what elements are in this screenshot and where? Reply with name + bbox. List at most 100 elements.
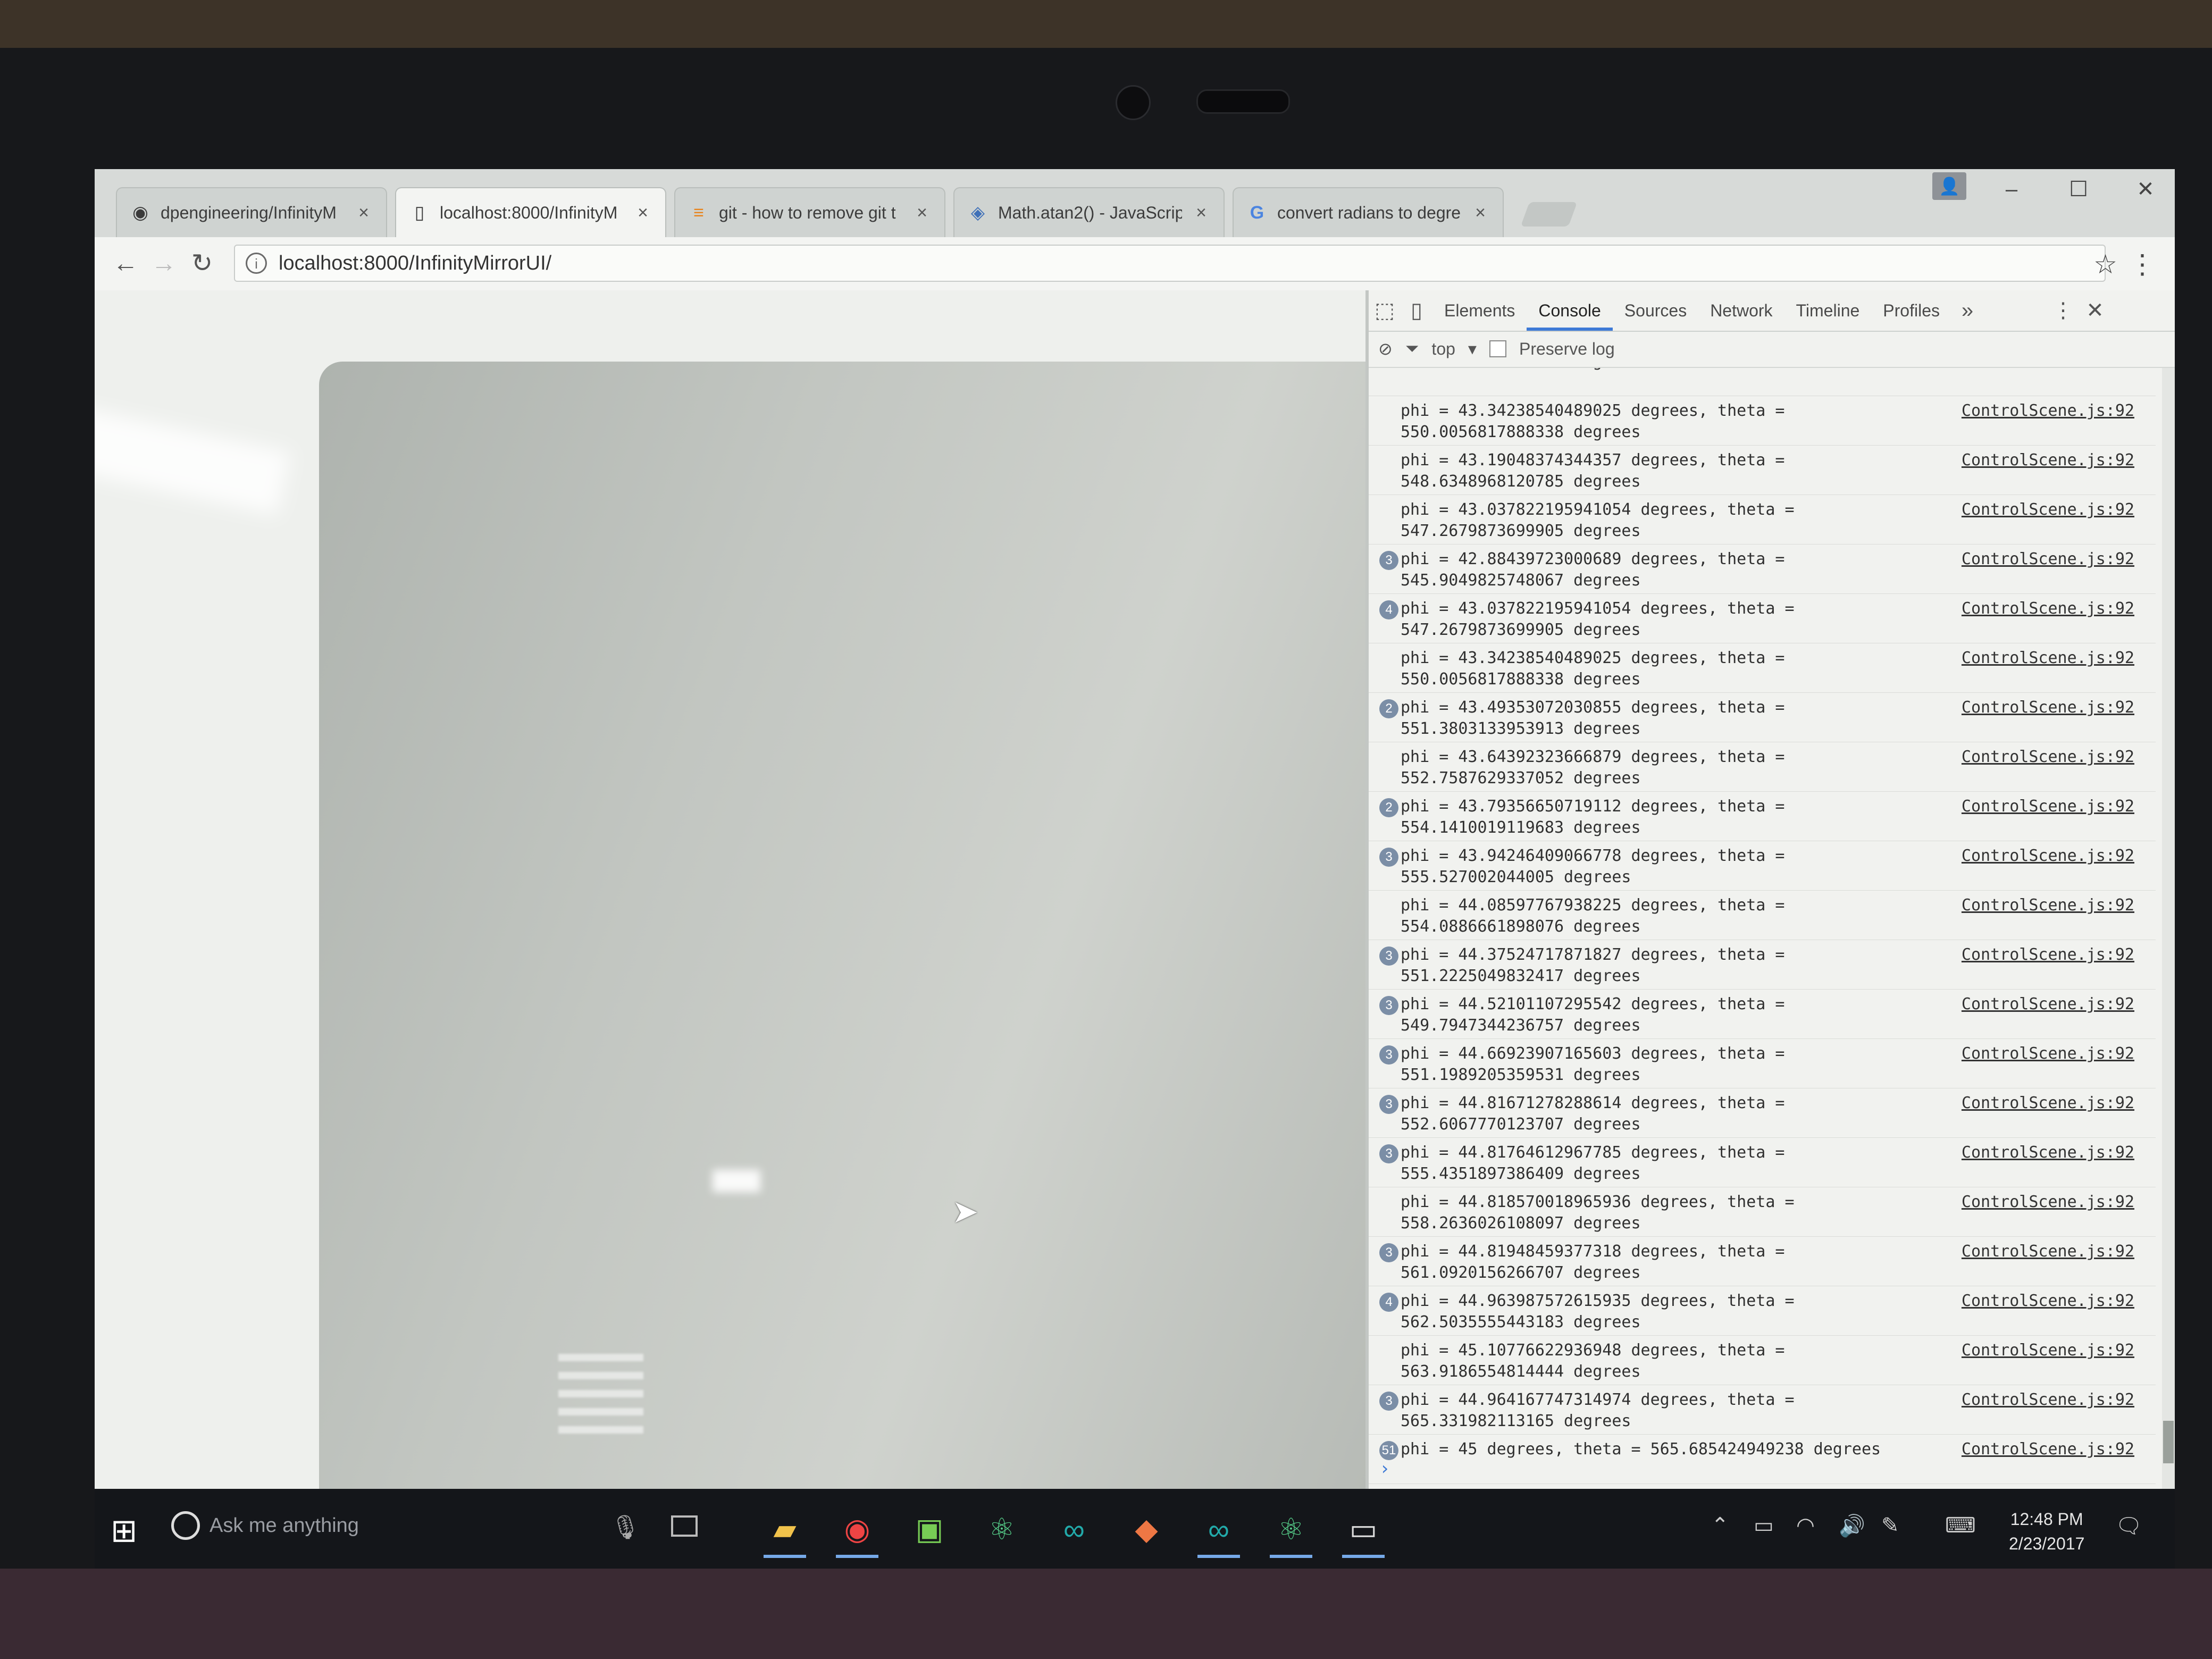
forward-icon[interactable]: → (148, 248, 180, 280)
tab-network[interactable]: Network (1698, 290, 1784, 331)
maximize-icon[interactable]: ☐ (2055, 169, 2102, 210)
minimize-icon[interactable]: – (1988, 169, 2035, 210)
more-tabs-icon[interactable]: » (1951, 295, 1983, 326)
microphone-icon[interactable]: 🎙 (610, 1513, 640, 1541)
devtools-menu-icon[interactable]: ⋮ (2047, 295, 2079, 326)
browser-tab[interactable]: ≡ git - how to remove git t × (674, 187, 945, 237)
source-link[interactable]: ControlScene.js:92 (1962, 1390, 2134, 1409)
source-link[interactable]: ControlScene.js:92 (1962, 550, 2134, 568)
back-icon[interactable]: ← (110, 248, 141, 280)
tab-timeline[interactable]: Timeline (1784, 290, 1872, 331)
arduino-running-icon[interactable]: ∞ (1193, 1504, 1244, 1558)
user-icon[interactable]: 👤 (1932, 172, 1966, 200)
git-icon[interactable]: ◆ (1121, 1504, 1172, 1555)
close-icon[interactable]: × (1471, 203, 1490, 223)
source-link[interactable]: ControlScene.js:92 (1962, 847, 2134, 865)
close-window-icon[interactable]: ✕ (2122, 169, 2169, 210)
console-message-text: phi = 42.88439723000689 degrees, theta =… (1401, 550, 1785, 590)
repeat-count-badge: 3 (1379, 551, 1398, 570)
cortana-icon[interactable] (171, 1511, 200, 1540)
source-link[interactable]: ControlScene.js:92 (1962, 896, 2134, 915)
atom-running-icon[interactable]: ⚛ (1266, 1504, 1317, 1558)
repeat-count-badge: 3 (1379, 1243, 1398, 1262)
source-link[interactable]: ControlScene.js:92 (1962, 1242, 2134, 1261)
source-link[interactable]: ControlScene.js:92 (1962, 1044, 2134, 1063)
notification-icon[interactable]: 🗨 (2115, 1513, 2142, 1538)
device-toolbar-icon[interactable]: ▯ (1401, 295, 1432, 326)
terminal-icon[interactable]: ▭ (1338, 1504, 1389, 1558)
browser-tab[interactable]: ◈ Math.atan2() - JavaScript × (953, 187, 1225, 237)
clock-date: 2/23/2017 (2009, 1534, 2085, 1553)
tab-sources[interactable]: Sources (1613, 290, 1698, 331)
volume-icon[interactable]: 🔊 (1839, 1513, 1865, 1538)
source-link[interactable]: ControlScene.js:92 (1962, 1094, 2134, 1112)
windows-start-icon[interactable]: ⊞ (111, 1512, 137, 1549)
pen-icon[interactable]: ✎ (1881, 1513, 1899, 1538)
new-tab-button[interactable] (1520, 202, 1578, 227)
reload-icon[interactable]: ↻ (186, 248, 218, 280)
source-link[interactable]: ControlScene.js:92 (1962, 1193, 2134, 1211)
inspect-element-icon[interactable]: ⬚ (1369, 295, 1401, 326)
keyboard-icon[interactable]: ⌨ (1945, 1513, 1976, 1538)
image-editor-icon[interactable]: ▣ (904, 1504, 955, 1555)
source-link[interactable]: ControlScene.js:92 (1962, 599, 2134, 618)
console-message-text: phi = 44.81671278288614 degrees, theta =… (1401, 1094, 1785, 1134)
repeat-count-badge: 3 (1379, 848, 1398, 867)
bookmark-star-icon[interactable]: ☆ (2093, 249, 2117, 280)
file-explorer-icon[interactable]: ▰ (759, 1504, 810, 1558)
wifi-icon[interactable]: ◠ (1796, 1513, 1815, 1538)
browser-tab[interactable]: G convert radians to degre × (1233, 187, 1504, 237)
source-link[interactable]: ControlScene.js:92 (1962, 797, 2134, 816)
tab-profiles[interactable]: Profiles (1871, 290, 1951, 331)
source-link[interactable]: ControlScene.js:92 (1962, 500, 2134, 519)
page-viewport: ➤ (95, 290, 1365, 1489)
source-link[interactable]: ControlScene.js:92 (1962, 698, 2134, 717)
control-scene-canvas[interactable]: ➤ (319, 362, 1365, 1489)
task-view-icon[interactable] (671, 1515, 698, 1537)
source-link[interactable]: ControlScene.js:92 (1962, 995, 2134, 1013)
source-link[interactable]: ControlScene.js:92 (1962, 1143, 2134, 1162)
source-link[interactable]: ControlScene.js:92 (1962, 1292, 2134, 1310)
info-icon[interactable]: i (246, 253, 267, 274)
browser-tab[interactable]: ◉ dpengineering/InfinityM × (116, 187, 387, 237)
context-select[interactable]: top (1431, 339, 1455, 359)
address-bar[interactable]: i localhost:8000/InfinityMirrorUI/ (234, 245, 2106, 282)
browser-tab[interactable]: ▯ localhost:8000/InfinityM × (395, 187, 666, 237)
battery-icon[interactable]: ▭ (1754, 1513, 1774, 1538)
chrome-icon[interactable]: ◉ (832, 1504, 883, 1558)
system-clock[interactable]: 12:48 PM 2/23/2017 (2009, 1507, 2084, 1556)
console-message: 3 phi = 44.81764612967785 degrees, theta … (1369, 1138, 2156, 1187)
tray-chevron-icon[interactable]: ⌃ (1711, 1513, 1729, 1538)
source-link[interactable]: ControlScene.js:92 (1962, 451, 2134, 470)
close-icon[interactable]: × (354, 203, 373, 223)
scrollbar-thumb[interactable] (2163, 1421, 2174, 1463)
source-link[interactable]: ControlScene.js:92 (1962, 649, 2134, 667)
light-reflection (558, 1354, 643, 1434)
devtools-close-icon[interactable]: ✕ (2079, 295, 2111, 326)
clear-console-icon[interactable]: ⊘ (1378, 339, 1393, 359)
chevron-down-icon[interactable]: ▾ (1468, 339, 1477, 359)
search-input[interactable]: Ask me anything (210, 1514, 359, 1537)
close-icon[interactable]: × (1192, 203, 1211, 223)
filter-icon[interactable]: ⏷ (1405, 339, 1419, 359)
console-message-text: phi = 44.37524717871827 degrees, theta =… (1401, 945, 1785, 985)
tab-console[interactable]: Console (1527, 290, 1613, 331)
atom-icon[interactable]: ⚛ (976, 1504, 1027, 1555)
console-prompt[interactable]: › (1379, 1458, 1390, 1479)
console-message-text: phi = 43.79356650719112 degrees, theta =… (1401, 797, 1785, 837)
tab-title: git - how to remove git t (719, 203, 896, 222)
scrollbar[interactable] (2162, 368, 2175, 1489)
source-link[interactable]: ControlScene.js:92 (1962, 1341, 2134, 1360)
page-icon: ▯ (414, 203, 425, 223)
source-link[interactable]: ControlScene.js:92 (1962, 401, 2134, 420)
tab-elements[interactable]: Elements (1432, 290, 1527, 331)
source-link[interactable]: ControlScene.js:92 (1962, 945, 2134, 964)
menu-icon[interactable]: ⋮ (2129, 249, 2156, 280)
console-message: phi = 43.64392323666879 degrees, theta =… (1369, 742, 2156, 792)
close-icon[interactable]: × (912, 203, 932, 223)
source-link[interactable]: ControlScene.js:92 (1962, 748, 2134, 766)
source-link[interactable]: ControlScene.js:92 (1962, 1440, 2134, 1459)
preserve-log-checkbox[interactable] (1489, 340, 1506, 357)
close-icon[interactable]: × (633, 203, 652, 223)
arduino-icon[interactable]: ∞ (1049, 1504, 1100, 1555)
